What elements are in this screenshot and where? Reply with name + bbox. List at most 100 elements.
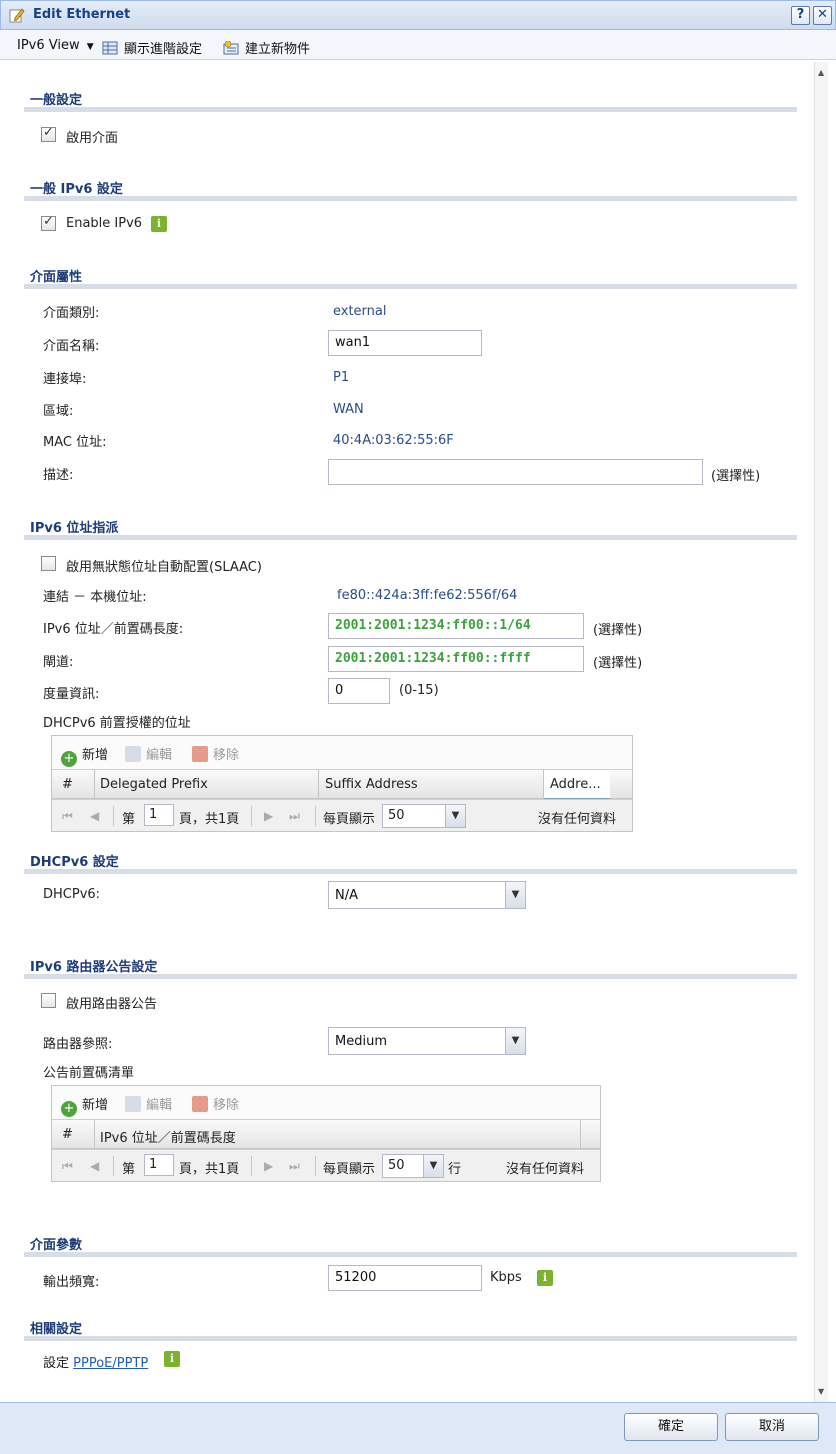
port-label: 連接埠:: [43, 372, 87, 387]
create-object-label: 建立新物件: [245, 42, 311, 57]
section-title-dhcpv6: DHCPv6 設定: [30, 855, 119, 870]
chevron-down-icon: ▼: [505, 882, 525, 908]
enable-router-advert-checkbox[interactable]: [41, 993, 56, 1008]
last-page-icon[interactable]: ⏭: [289, 1159, 300, 1174]
column-separator: [318, 770, 319, 800]
section-title-related: 相關設定: [30, 1322, 83, 1337]
per-page-unit: 行: [448, 1162, 462, 1177]
egress-bandwidth-label: 輸出頻寬:: [43, 1275, 100, 1290]
window-titlebar: Edit Ethernet ? ✕: [0, 0, 836, 30]
chevron-down-icon: ▼: [505, 1028, 525, 1054]
info-icon[interactable]: i: [164, 1351, 180, 1367]
help-button[interactable]: ?: [791, 6, 810, 25]
metric-input[interactable]: 0: [328, 678, 390, 704]
column-header-index[interactable]: #: [62, 777, 73, 792]
related-prefix: 設定: [43, 1356, 70, 1371]
section-title-general: 一般設定: [30, 93, 83, 108]
section-divider: [24, 535, 797, 540]
scroll-up-icon[interactable]: ▲: [818, 68, 824, 77]
show-advanced-label: 顯示進階設定: [124, 42, 203, 57]
port-value: P1: [333, 370, 350, 385]
column-header-address-label: Addre...: [550, 777, 601, 792]
interface-type-label: 介面類別:: [43, 306, 100, 321]
vertical-scrollbar[interactable]: ▲ ▼: [814, 62, 828, 1402]
gateway-input[interactable]: 2001:2001:1234:ff00::ffff: [328, 646, 584, 672]
column-header-ipv6-prefix[interactable]: IPv6 位址／前置碼長度: [100, 1127, 236, 1146]
column-header-index[interactable]: #: [62, 1127, 73, 1142]
info-icon[interactable]: i: [537, 1270, 553, 1286]
mac-address-label: MAC 位址:: [43, 435, 107, 450]
page-number-input[interactable]: 1: [144, 804, 174, 826]
pager-separator: [251, 1156, 252, 1176]
dhcpv6-label: DHCPv6:: [43, 887, 101, 902]
page-prefix: 第: [122, 812, 136, 827]
per-page-select[interactable]: 50 ▼: [382, 1154, 444, 1178]
ok-button[interactable]: 確定: [624, 1413, 718, 1441]
remove-button[interactable]: 移除: [192, 744, 239, 763]
section-title-params: 介面參數: [30, 1238, 83, 1253]
prev-page-icon[interactable]: ◀: [90, 809, 99, 823]
description-label: 描述:: [43, 468, 74, 483]
edit-button[interactable]: 編輯: [125, 744, 172, 763]
gateway-optional-hint: (選擇性): [593, 656, 643, 671]
enable-ipv6-checkbox[interactable]: ✓: [41, 214, 56, 231]
chevron-down-icon: ▼: [445, 805, 465, 827]
add-label: 新增: [82, 748, 109, 763]
page-suffix: 頁，共1頁: [179, 812, 240, 827]
column-separator: [94, 1120, 95, 1150]
edit-button[interactable]: 編輯: [125, 1094, 172, 1113]
remove-button[interactable]: 移除: [192, 1094, 239, 1113]
ipv6-view-menu[interactable]: IPv6 View ▼: [17, 38, 94, 53]
add-button[interactable]: + 新增: [61, 1094, 108, 1117]
first-page-icon[interactable]: ⏮: [62, 1159, 73, 1174]
column-header-delegated-prefix[interactable]: Delegated Prefix: [100, 777, 208, 792]
per-page-select[interactable]: 50 ▼: [382, 804, 466, 828]
ipv6-address-input[interactable]: 2001:2001:1234:ff00::1/64: [328, 613, 584, 639]
page-number-input[interactable]: 1: [144, 1154, 174, 1176]
first-page-icon[interactable]: ⏮: [62, 809, 73, 824]
remove-label: 移除: [213, 748, 240, 763]
router-preference-select[interactable]: Medium ▼: [328, 1027, 526, 1055]
prev-page-icon[interactable]: ◀: [90, 1159, 99, 1173]
close-button[interactable]: ✕: [813, 6, 832, 25]
interface-type-value: external: [333, 304, 387, 319]
description-input[interactable]: [328, 459, 703, 485]
per-page-value: 50: [388, 808, 405, 823]
slaac-checkbox[interactable]: [41, 556, 56, 571]
per-page-label: 每頁顯示: [323, 812, 376, 827]
metric-range-hint: (0-15): [399, 683, 439, 698]
egress-bandwidth-input[interactable]: 51200: [328, 1265, 482, 1291]
edit-pencil-icon: [9, 8, 25, 23]
next-page-icon[interactable]: ▶: [264, 809, 273, 823]
chevron-down-icon: ▼: [86, 42, 94, 52]
new-object-icon: [223, 41, 239, 55]
last-page-icon[interactable]: ⏭: [289, 809, 300, 824]
show-advanced-button[interactable]: 顯示進階設定: [102, 38, 202, 57]
info-icon[interactable]: i: [151, 216, 167, 232]
interface-name-input[interactable]: wan1: [328, 330, 482, 356]
link-local-label: 連結 － 本機位址:: [43, 590, 147, 605]
scroll-down-icon[interactable]: ▼: [818, 1387, 824, 1396]
per-page-label: 每頁顯示: [323, 1162, 376, 1177]
create-object-button[interactable]: 建立新物件: [223, 38, 310, 57]
dhcpv6-select[interactable]: N/A ▼: [328, 881, 526, 909]
dhcp-pd-label: DHCPv6 前置授權的位址: [43, 716, 191, 731]
grid-header: # IPv6 位址／前置碼長度: [52, 1119, 600, 1150]
remove-label: 移除: [213, 1098, 240, 1113]
window-title: Edit Ethernet: [33, 7, 131, 22]
add-button[interactable]: + 新增: [61, 744, 108, 767]
section-divider: [24, 869, 797, 874]
section-title-ipv6-assign: IPv6 位址指派: [30, 521, 119, 536]
interface-name-label: 介面名稱:: [43, 339, 100, 354]
gateway-label: 閘道:: [43, 655, 74, 670]
trash-icon: [192, 1096, 208, 1112]
enable-interface-checkbox[interactable]: ✓: [41, 125, 56, 142]
section-title-interface: 介面屬性: [30, 270, 83, 285]
column-header-address[interactable]: Addre...: [544, 770, 610, 800]
advertised-prefix-grid: + 新增 編輯 移除 # IPv6 位址／前置碼長度 ⏮ ◀ 第 1 頁，共1頁 …: [51, 1085, 601, 1182]
cancel-button[interactable]: 取消: [725, 1413, 819, 1441]
pppoe-pptp-link[interactable]: PPPoE/PPTP: [73, 1356, 148, 1371]
next-page-icon[interactable]: ▶: [264, 1159, 273, 1173]
pager-separator: [315, 1156, 316, 1176]
column-header-suffix-address[interactable]: Suffix Address: [325, 777, 418, 792]
